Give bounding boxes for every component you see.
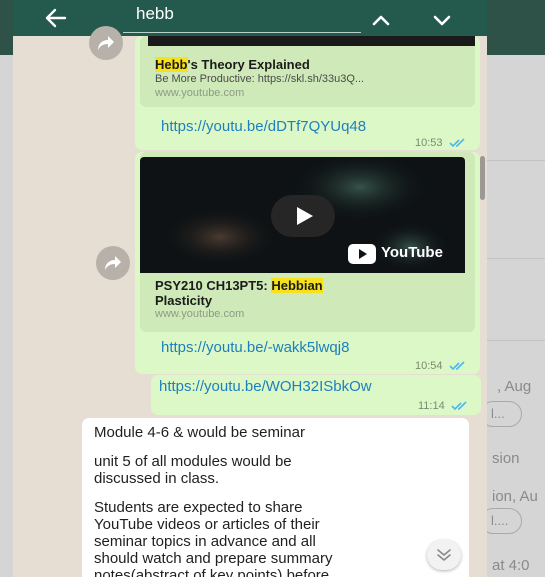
youtube-logo: YouTube bbox=[348, 243, 458, 265]
message-time: 10:53 bbox=[415, 137, 443, 149]
background-pill-text: l.... bbox=[491, 513, 509, 528]
share-forward-icon[interactable] bbox=[96, 246, 130, 280]
link-preview-card[interactable]: Hebb's Theory Explained Be More Producti… bbox=[140, 36, 475, 107]
preview-title-line2: Plasticity bbox=[155, 293, 213, 308]
message-text-line: discussed in class. bbox=[94, 470, 220, 487]
background-text: at 4:0 bbox=[492, 557, 530, 574]
chat-search-panel: hebb Hebb's Theory Explained Be More Pro… bbox=[13, 0, 487, 577]
chevron-down-icon[interactable] bbox=[428, 8, 456, 32]
preview-domain: www.youtube.com bbox=[155, 308, 245, 320]
background-divider bbox=[487, 258, 545, 259]
message-text-line: Students are expected to share bbox=[94, 499, 303, 516]
double-check-icon bbox=[449, 361, 465, 371]
message-text-line: notes(abstract of key points) before bbox=[94, 567, 330, 577]
preview-thumbnail-edge bbox=[148, 36, 475, 46]
video-thumbnail[interactable]: YouTube bbox=[140, 157, 465, 273]
background-divider bbox=[487, 340, 545, 341]
chevron-up-icon[interactable] bbox=[367, 8, 395, 32]
message-bubble-outgoing[interactable]: https://youtu.be/WOH32ISbkOw 11:14 bbox=[151, 375, 481, 415]
double-check-icon bbox=[451, 401, 467, 411]
youtube-wordmark: YouTube bbox=[381, 244, 443, 261]
play-icon[interactable] bbox=[271, 195, 335, 237]
preview-title-rest: 's Theory Explained bbox=[187, 57, 310, 72]
message-text-line: Module 4-6 & would be seminar bbox=[94, 424, 305, 441]
background-pill-text: l... bbox=[491, 406, 505, 421]
message-text-line: seminar topics in advance and all bbox=[94, 533, 316, 550]
preview-domain: www.youtube.com bbox=[155, 87, 245, 99]
background-text: , Aug bbox=[497, 378, 532, 395]
message-text-line: should watch and prepare summary bbox=[94, 550, 333, 567]
message-text-line: unit 5 of all modules would be bbox=[94, 453, 292, 470]
message-link[interactable]: https://youtu.be/-wakk5lwqj8 bbox=[161, 339, 349, 356]
background-text: sion bbox=[492, 450, 520, 467]
preview-title: Hebb's Theory Explained bbox=[155, 57, 310, 72]
background-text: ion, Au bbox=[492, 488, 538, 505]
preview-title-prefix: PSY210 CH13PT5: bbox=[155, 278, 272, 293]
message-link[interactable]: https://youtu.be/WOH32ISbkOw bbox=[159, 378, 372, 395]
preview-title: PSY210 CH13PT5: Hebbian bbox=[155, 278, 323, 293]
search-input[interactable]: hebb bbox=[136, 4, 174, 24]
search-underline bbox=[123, 32, 361, 33]
search-highlight: Hebb bbox=[155, 57, 188, 72]
message-bubble-incoming[interactable]: Module 4-6 & would be seminar unit 5 of … bbox=[82, 418, 469, 577]
message-text-line: YouTube videos or articles of their bbox=[94, 516, 320, 533]
message-time: 11:14 bbox=[418, 400, 445, 412]
double-chevron-down-icon[interactable] bbox=[427, 540, 461, 570]
scrollbar-thumb[interactable] bbox=[480, 156, 485, 200]
message-bubble-outgoing[interactable]: Hebb's Theory Explained Be More Producti… bbox=[135, 36, 480, 150]
double-check-icon bbox=[449, 138, 465, 148]
message-time: 10:54 bbox=[415, 360, 443, 372]
preview-description: Be More Productive: https://skl.sh/33u3Q… bbox=[155, 73, 365, 85]
share-forward-icon[interactable] bbox=[89, 26, 123, 60]
message-link[interactable]: https://youtu.be/dDTf7QYUq48 bbox=[161, 118, 366, 135]
arrow-left-icon[interactable] bbox=[41, 4, 71, 32]
search-highlight: Hebbian bbox=[271, 278, 323, 293]
background-divider bbox=[487, 160, 545, 161]
search-toolbar: hebb bbox=[13, 0, 487, 36]
